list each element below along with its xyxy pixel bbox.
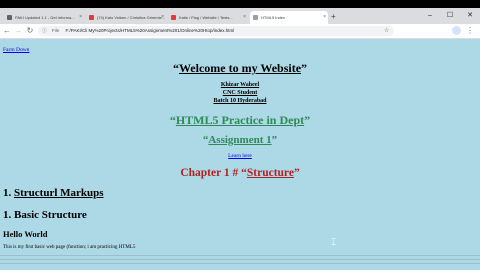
tab-title: HTML5 Index [261,15,286,20]
tab-title: PAKI Updated 1.1 - Get Informa... [15,15,75,20]
browser-toolbar: ← → ↻ ⓘ File F:/PAKI/Cli My%20Projects/H… [0,24,480,39]
tab-title: (74) Kalo Volken / Christina Grimmie... [97,15,166,20]
hello-heading: Hello World [3,229,48,239]
tab-active[interactable]: HTML5 Index × [250,11,328,24]
chapter-text: Structure [246,167,294,179]
page-content: Farm Down “Welcome to my Website” Khizar… [0,39,480,270]
quote-close: ” [271,134,278,146]
forward-button[interactable]: → [13,25,23,37]
intro-paragraph: This is my first basic web page (functio… [3,245,136,250]
welcome-text: Welcome to my Website [178,61,302,75]
profile-avatar[interactable] [452,26,461,35]
url-text: F:/PAKI/Cli My%20Projects/HTML5%20Assign… [65,28,235,33]
assignment-text: Assignment 1 [208,134,272,146]
divider [0,255,480,256]
tab-strip: PAKI Updated 1.1 - Get Informa... × (74)… [0,8,480,24]
favicon-icon [7,15,12,20]
close-tab-icon[interactable]: × [79,11,82,24]
author-role: CNC Student [222,90,258,96]
reload-button[interactable]: ↻ [25,25,35,37]
divider [0,263,480,264]
quote-close: ” [304,113,311,127]
learn-line: Learn here [0,153,480,159]
chapter-prefix: Chapter 1 # “ [180,167,247,179]
quote-close: ” [293,167,300,179]
practice-heading: “HTML5 Practice in Dept” [0,113,480,128]
youtube-icon [89,15,94,20]
learn-link[interactable]: Learn here [228,153,252,159]
close-window-button[interactable]: ✕ [460,8,480,24]
info-icon[interactable]: ⓘ [42,26,47,36]
practice-text: HTML5 Practice in Dept [175,113,305,127]
basic-structure-heading: 1. Basic Structure [3,209,87,221]
assignment-heading: “Assignment 1” [0,134,480,146]
tab-2[interactable]: (74) Kalo Volken / Christina Grimmie... … [86,11,166,24]
close-tab-icon[interactable]: × [323,11,326,24]
tab-1[interactable]: PAKI Updated 1.1 - Get Informa... × [4,11,84,24]
markups-heading: 1. Structurl Markups [3,187,104,199]
page-icon [253,15,258,20]
heading-number: 1. [3,187,14,199]
bookmark-star-icon[interactable]: ☆ [384,26,389,36]
youtube-icon [171,15,176,20]
markups-text: Structurl Markups [14,187,104,199]
close-tab-icon[interactable]: × [243,11,246,24]
author-name: Khizar Waheel [220,82,260,88]
browser-window: PAKI Updated 1.1 - Get Informa... × (74)… [0,8,480,270]
mouse-cursor-icon: ⌶ [331,237,337,247]
quote-close: ” [301,61,308,75]
author-batch: Batch 10 Hyderabad [213,98,267,104]
back-button[interactable]: ← [2,25,12,37]
divider [0,259,480,260]
address-bar[interactable]: ⓘ File F:/PAKI/Cli My%20Projects/HTML5%2… [38,26,394,36]
close-tab-icon[interactable]: × [161,11,164,24]
top-link[interactable]: Farm Down [3,47,29,53]
new-tab-button[interactable]: + [331,11,336,23]
tab-3[interactable]: Katis / Flag / Website / Tests... × [168,11,248,24]
maximize-button[interactable]: ☐ [440,8,460,24]
chapter-heading: Chapter 1 # “Structure” [0,167,480,179]
minimize-button[interactable]: – [420,8,440,24]
url-scheme: File [52,28,60,33]
tab-title: Katis / Flag / Website / Tests... [179,15,233,20]
welcome-heading: “Welcome to my Website” [0,61,480,76]
menu-icon[interactable]: ⋮ [466,25,474,37]
